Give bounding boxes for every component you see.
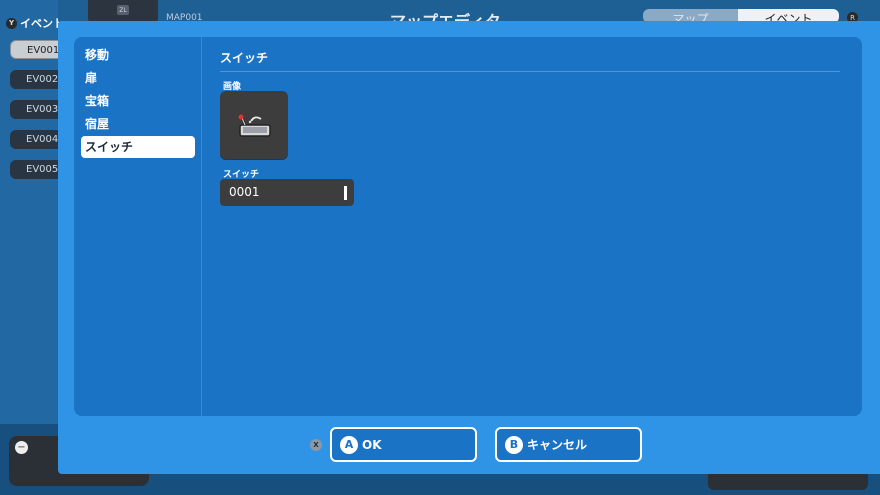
event-list: EV001 EV002 EV003 EV004 EV005 <box>10 40 70 190</box>
a-button-icon: A <box>340 435 358 454</box>
switch-number-value: 0001 <box>229 185 260 199</box>
dialog-panel: 移動 扉 宝箱 宿屋 スイッチ スイッチ 画像 スイッチ 0001 <box>74 37 862 416</box>
category-list: 移動 扉 宝箱 宿屋 スイッチ <box>74 37 202 416</box>
y-button-icon: Y <box>6 17 17 29</box>
cancel-button[interactable]: B キャンセル <box>495 427 642 462</box>
ok-button-label: OK <box>362 437 382 452</box>
image-picker[interactable] <box>220 91 288 159</box>
section-title: スイッチ <box>220 51 269 65</box>
event-type-dialog: 移動 扉 宝箱 宿屋 スイッチ スイッチ 画像 スイッチ 0001 X A OK… <box>58 21 880 474</box>
b-button-icon: B <box>505 435 523 454</box>
x-button-icon: X <box>310 439 322 451</box>
category-item-move[interactable]: 移動 <box>81 44 195 66</box>
text-cursor <box>344 186 347 200</box>
zl-button[interactable]: ZL <box>88 0 158 22</box>
minus-button-icon[interactable]: − <box>15 441 28 454</box>
section-divider <box>220 71 840 72</box>
cancel-button-label: キャンセル <box>527 438 588 452</box>
switch-lever-icon <box>238 114 271 137</box>
category-item-door[interactable]: 扉 <box>81 67 195 89</box>
ok-button[interactable]: A OK <box>330 427 477 462</box>
event-panel-tab[interactable]: Y イベント <box>6 15 64 31</box>
category-item-switch[interactable]: スイッチ <box>81 136 195 158</box>
category-item-treasure[interactable]: 宝箱 <box>81 90 195 112</box>
zl-icon: ZL <box>117 5 129 15</box>
switch-number-field[interactable]: 0001 <box>220 179 354 206</box>
category-item-inn[interactable]: 宿屋 <box>81 113 195 135</box>
settings-content: スイッチ 画像 スイッチ 0001 <box>202 37 862 416</box>
